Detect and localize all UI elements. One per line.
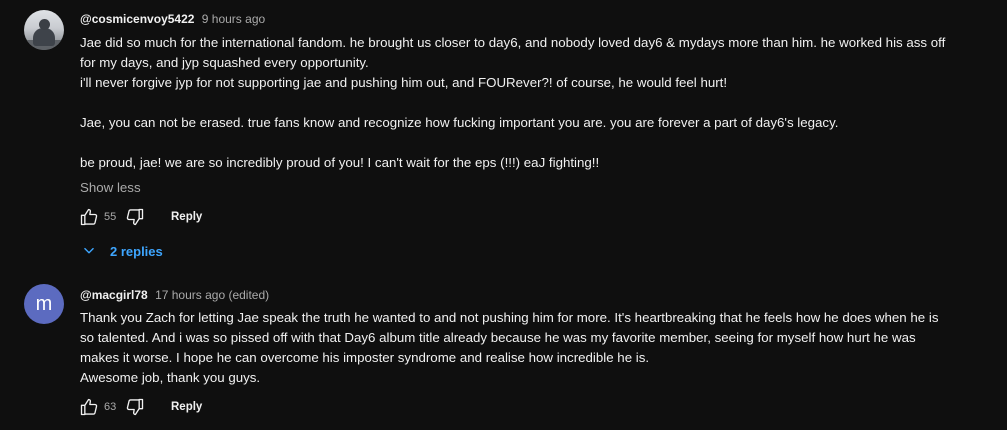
- like-count: 55: [104, 211, 117, 223]
- comment-line: Jae did so much for the international fa…: [80, 35, 946, 50]
- comment-header: @cosmicenvoy5422 9 hours ago: [80, 11, 265, 27]
- comment-line: for my days, and jyp squashed every oppo…: [80, 55, 369, 70]
- replies-count: 2 replies: [110, 243, 163, 259]
- avatar[interactable]: m: [24, 284, 64, 324]
- view-replies-button[interactable]: 2 replies: [82, 242, 163, 260]
- author-name[interactable]: @macgirl78: [80, 288, 148, 302]
- show-less-button[interactable]: Show less: [80, 178, 141, 198]
- thumbs-down-icon[interactable]: [124, 207, 146, 227]
- comment-line: i'll never forgive jyp for not supportin…: [80, 75, 728, 90]
- reply-button[interactable]: Reply: [171, 401, 202, 413]
- avatar[interactable]: [24, 10, 64, 50]
- timestamp[interactable]: 9 hours ago: [202, 12, 265, 26]
- comment-actions: 63 Reply: [78, 397, 202, 417]
- thumbs-up-icon[interactable]: [78, 207, 100, 227]
- comments-section: @cosmicenvoy5422 9 hours ago Jae did so …: [0, 0, 1007, 430]
- author-name[interactable]: @cosmicenvoy5422: [80, 12, 194, 26]
- chevron-down-icon: [84, 247, 94, 254]
- reply-button[interactable]: Reply: [171, 211, 202, 223]
- timestamp[interactable]: 17 hours ago (edited): [155, 288, 269, 302]
- thumbs-up-icon[interactable]: [78, 397, 100, 417]
- thumbs-down-icon[interactable]: [124, 397, 146, 417]
- comment-text: Thank you Zach for letting Jae speak the…: [80, 308, 990, 388]
- comment-line: so talented. And i was so pissed off wit…: [80, 330, 916, 345]
- comment-actions: 55 Reply: [78, 207, 202, 227]
- comment-line: Thank you Zach for letting Jae speak the…: [80, 310, 939, 325]
- comment-text: Jae did so much for the international fa…: [80, 33, 990, 173]
- comment-line: Jae, you can not be erased. true fans kn…: [80, 115, 839, 130]
- comment-line: Awesome job, thank you guys.: [80, 370, 261, 385]
- comment-line: makes it worse. I hope he can overcome h…: [80, 350, 650, 365]
- comment-header: @macgirl78 17 hours ago (edited): [80, 287, 269, 303]
- like-count: 63: [104, 401, 117, 413]
- comment-line: be proud, jae! we are so incredibly prou…: [80, 155, 600, 170]
